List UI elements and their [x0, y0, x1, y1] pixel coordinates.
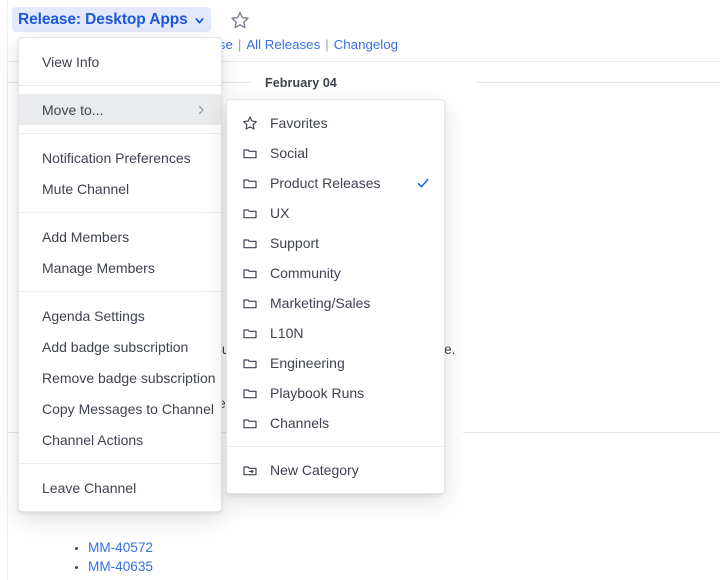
ticket-link-2[interactable]: MM-40635: [88, 559, 153, 574]
folder-icon: [241, 385, 258, 402]
submenu-item-community[interactable]: Community: [227, 258, 444, 288]
submenu-item-label: Marketing/Sales: [270, 295, 430, 311]
folder-icon: [241, 295, 258, 312]
menu-item-move-to[interactable]: Move to...: [19, 94, 221, 125]
submenu-item-label: Social: [270, 145, 430, 161]
app-root: Release: Desktop Apps ease|All Releases|…: [0, 0, 720, 580]
date-divider-label: February 04: [251, 76, 351, 90]
menu-group-move: Move to...: [19, 85, 221, 133]
menu-group-plugins: Agenda Settings Add badge subscription R…: [19, 291, 221, 463]
submenu-item-product-releases[interactable]: Product Releases: [227, 168, 444, 198]
submenu-group-new-category: New Category: [227, 447, 444, 493]
submenu-item-label: Playbook Runs: [270, 385, 430, 401]
chevron-right-icon: [195, 104, 207, 116]
ticket-link-1[interactable]: MM-40572: [88, 540, 153, 555]
folder-icon: [241, 205, 258, 222]
menu-item-label: View Info: [42, 54, 207, 70]
menu-item-agenda-settings[interactable]: Agenda Settings: [19, 300, 221, 331]
menu-group-info: View Info: [19, 38, 221, 85]
submenu-item-channels[interactable]: Channels: [227, 408, 444, 438]
menu-item-manage-members[interactable]: Manage Members: [19, 252, 221, 283]
list-item: MM-40635: [88, 557, 153, 576]
star-outline-icon: [241, 115, 258, 132]
submenu-item-favorites[interactable]: Favorites: [227, 108, 444, 138]
channel-title-label: Release: Desktop Apps: [18, 11, 188, 29]
submenu-item-label: Support: [270, 235, 430, 251]
menu-group-notifications: Notification Preferences Mute Channel: [19, 133, 221, 212]
submenu-item-label: UX: [270, 205, 430, 221]
folder-icon: [241, 175, 258, 192]
menu-item-label: Agenda Settings: [42, 308, 207, 324]
divider-line-right: [477, 82, 720, 83]
submenu-item-new-category[interactable]: New Category: [227, 455, 444, 485]
post-bullet-list: MM-40572 MM-40635: [70, 538, 153, 576]
menu-item-notification-preferences[interactable]: Notification Preferences: [19, 142, 221, 173]
folder-icon: [241, 325, 258, 342]
submenu-item-label: Channels: [270, 415, 430, 431]
header-link-separator-2: |: [325, 37, 328, 52]
menu-item-label: Move to...: [42, 102, 195, 118]
menu-item-label: Leave Channel: [42, 480, 207, 496]
submenu-item-label: Favorites: [270, 115, 430, 131]
folder-icon: [241, 355, 258, 372]
menu-item-label: Manage Members: [42, 260, 207, 276]
menu-item-label: Mute Channel: [42, 181, 207, 197]
folder-icon: [241, 265, 258, 282]
menu-item-remove-badge-subscription[interactable]: Remove badge subscription: [19, 362, 221, 393]
submenu-item-label: Product Releases: [270, 175, 416, 191]
folder-plus-icon: [241, 462, 258, 479]
menu-item-add-members[interactable]: Add Members: [19, 221, 221, 252]
menu-item-label: Add badge subscription: [42, 339, 207, 355]
submenu-item-label: New Category: [270, 462, 430, 478]
menu-item-label: Add Members: [42, 229, 207, 245]
submenu-item-l10n[interactable]: L10N: [227, 318, 444, 348]
menu-item-leave-channel[interactable]: Leave Channel: [19, 472, 221, 503]
favorite-star-icon[interactable]: [230, 10, 250, 30]
folder-icon: [241, 415, 258, 432]
check-icon: [416, 176, 430, 190]
submenu-item-playbook-runs[interactable]: Playbook Runs: [227, 378, 444, 408]
submenu-item-label: L10N: [270, 325, 430, 341]
channel-dropdown-menu[interactable]: View Info Move to... Notification Prefer…: [18, 37, 222, 512]
folder-icon: [241, 235, 258, 252]
move-to-category-submenu[interactable]: Favorites Social Product Releases UX: [226, 99, 445, 494]
menu-item-channel-actions[interactable]: Channel Actions: [19, 424, 221, 455]
divider-line-right: [463, 432, 720, 433]
submenu-item-label: Engineering: [270, 355, 430, 371]
submenu-item-support[interactable]: Support: [227, 228, 444, 258]
menu-item-label: Copy Messages to Channel: [42, 401, 214, 417]
sidebar-edge: [0, 0, 8, 580]
menu-item-add-badge-subscription[interactable]: Add badge subscription: [19, 331, 221, 362]
menu-group-members: Add Members Manage Members: [19, 212, 221, 291]
submenu-item-ux[interactable]: UX: [227, 198, 444, 228]
header-link-all-releases[interactable]: All Releases: [246, 37, 320, 52]
chevron-down-icon: [193, 14, 203, 24]
menu-item-label: Channel Actions: [42, 432, 207, 448]
submenu-item-marketing-sales[interactable]: Marketing/Sales: [227, 288, 444, 318]
menu-item-label: Remove badge subscription: [42, 370, 216, 386]
submenu-item-social[interactable]: Social: [227, 138, 444, 168]
menu-item-copy-messages-to-channel[interactable]: Copy Messages to Channel: [19, 393, 221, 424]
header-link-changelog[interactable]: Changelog: [334, 37, 398, 52]
submenu-item-engineering[interactable]: Engineering: [227, 348, 444, 378]
list-item: MM-40572: [88, 538, 153, 557]
menu-item-view-info[interactable]: View Info: [19, 46, 221, 77]
channel-header-links: ease|All Releases|Changelog: [204, 37, 398, 52]
menu-item-label: Notification Preferences: [42, 150, 207, 166]
submenu-item-label: Community: [270, 265, 430, 281]
folder-icon: [241, 145, 258, 162]
header-link-separator-1: |: [238, 37, 241, 52]
channel-title-button[interactable]: Release: Desktop Apps: [12, 7, 211, 32]
menu-group-leave: Leave Channel: [19, 463, 221, 511]
menu-item-mute-channel[interactable]: Mute Channel: [19, 173, 221, 204]
